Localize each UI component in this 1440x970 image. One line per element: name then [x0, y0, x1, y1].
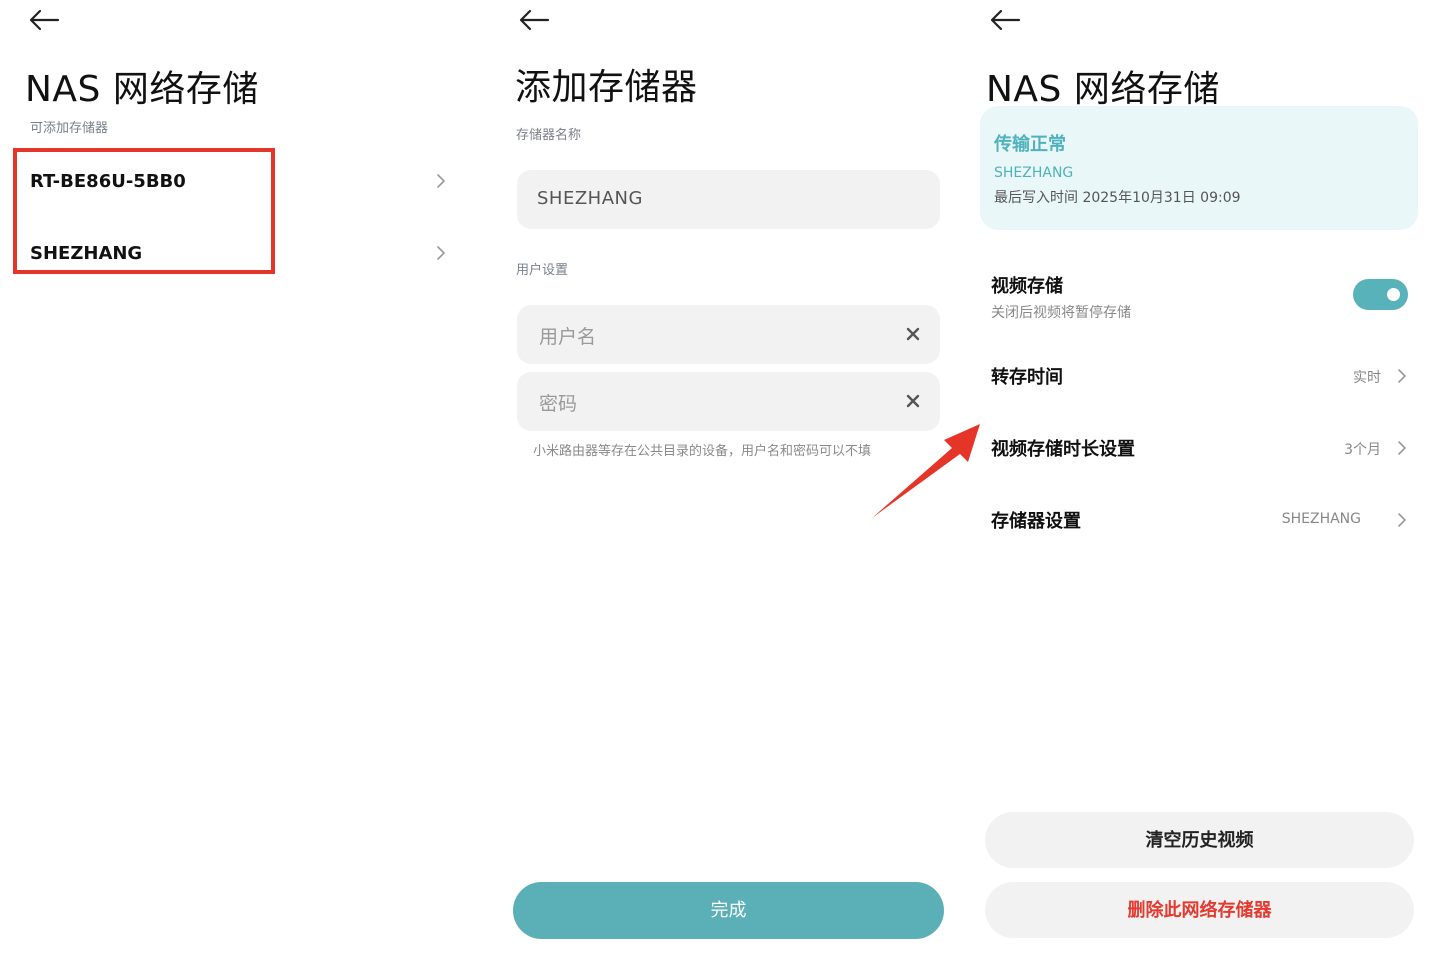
- back-arrow-icon[interactable]: [28, 8, 60, 32]
- chevron-right-icon: [1397, 512, 1407, 528]
- toggle-knob: [1387, 288, 1400, 301]
- status-device-name: SHEZHANG: [994, 165, 1074, 181]
- page-title: NAS 网络存储: [986, 69, 1220, 110]
- nas-settings-screen: NAS 网络存储 传输正常 SHEZHANG 最后写入时间 2025年10月31…: [962, 0, 1440, 970]
- setting-label: 视频存储时长设置: [991, 439, 1135, 460]
- delete-storage-button[interactable]: 删除此网络存储器: [985, 882, 1414, 938]
- video-storage-toggle[interactable]: [1353, 279, 1408, 310]
- page-title: 添加存储器: [515, 67, 698, 108]
- setting-sub: 关闭后视频将暂停存储: [991, 305, 1131, 321]
- done-button[interactable]: 完成: [513, 882, 944, 939]
- chevron-right-icon: [1397, 440, 1407, 456]
- chevron-right-icon: [1397, 368, 1407, 384]
- status-card: 传输正常 SHEZHANG 最后写入时间 2025年10月31日 09:09: [980, 106, 1418, 230]
- clear-history-button[interactable]: 清空历史视频: [985, 812, 1414, 868]
- setting-storage-device[interactable]: 存储器设置 SHEZHANG: [991, 507, 1411, 537]
- back-arrow-icon[interactable]: [518, 8, 550, 32]
- username-placeholder: 用户名: [539, 326, 597, 348]
- chevron-right-icon: [436, 173, 446, 189]
- status-last-write: 最后写入时间 2025年10月31日 09:09: [994, 190, 1241, 206]
- setting-label: 存储器设置: [991, 511, 1081, 532]
- clear-icon[interactable]: [906, 393, 920, 408]
- highlight-annotation-box: [13, 148, 275, 274]
- password-placeholder: 密码: [539, 393, 578, 415]
- status-title: 传输正常: [994, 134, 1066, 155]
- storage-name-input[interactable]: SHEZHANG: [517, 170, 940, 229]
- chevron-right-icon: [436, 245, 446, 261]
- setting-video-storage: 视频存储 关闭后视频将暂停存储: [991, 272, 1411, 326]
- username-input[interactable]: 用户名: [517, 305, 940, 364]
- setting-label: 转存时间: [991, 367, 1063, 388]
- setting-label: 视频存储: [991, 276, 1063, 297]
- setting-value: 实时: [1353, 370, 1381, 386]
- section-label-user-settings: 用户设置: [516, 263, 569, 278]
- annotation-arrow-icon: [868, 418, 984, 522]
- section-label-available-storage: 可添加存储器: [30, 121, 109, 136]
- setting-transfer-time[interactable]: 转存时间 实时: [991, 363, 1411, 393]
- credentials-hint: 小米路由器等存在公共目录的设备，用户名和密码可以不填: [533, 444, 872, 459]
- setting-retention[interactable]: 视频存储时长设置 3个月: [991, 435, 1411, 465]
- clear-icon[interactable]: [906, 326, 920, 341]
- setting-value: SHEZHANG: [1281, 511, 1361, 527]
- page-title: NAS 网络存储: [25, 69, 259, 110]
- storage-name-value: SHEZHANG: [537, 188, 643, 209]
- section-label-storage-name: 存储器名称: [516, 128, 582, 143]
- back-arrow-icon[interactable]: [989, 8, 1021, 32]
- nas-list-screen: NAS 网络存储 可添加存储器 RT-BE86U-5BB0 SHEZHANG: [0, 0, 480, 970]
- setting-value: 3个月: [1344, 442, 1381, 458]
